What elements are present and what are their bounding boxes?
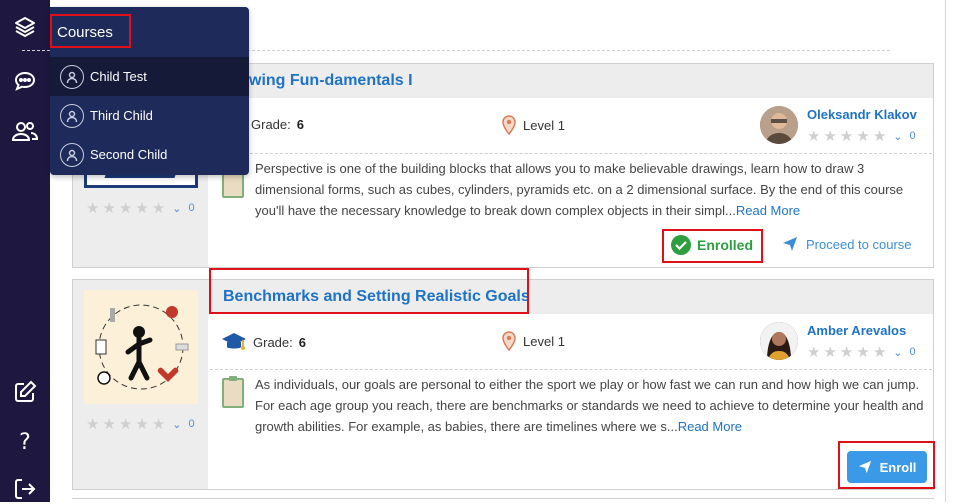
location-pin-icon: [502, 331, 516, 351]
chevron-down-icon[interactable]: ⌄: [893, 346, 902, 359]
course-thumbnail[interactable]: [84, 290, 198, 404]
popup-item-third-child[interactable]: Third Child: [50, 96, 249, 135]
user-icon: [60, 142, 84, 167]
chevron-down-icon[interactable]: ⌄: [893, 130, 902, 143]
highlight-box: [50, 14, 131, 48]
user-icon: [60, 64, 84, 89]
highlight-box: [662, 229, 763, 263]
avatar[interactable]: [760, 322, 798, 360]
chevron-down-icon[interactable]: ⌄: [172, 418, 181, 431]
graduation-cap-icon: [222, 333, 246, 350]
divider: [210, 369, 932, 370]
course-title[interactable]: wing Fun-damentals I: [249, 72, 413, 90]
course-description: As individuals, our goals are personal t…: [255, 377, 924, 434]
chevron-down-icon[interactable]: ⌄: [172, 202, 181, 215]
thumbnail-column: ★ ★ ★ ★ ★ ⌄ 0: [73, 280, 208, 489]
avatar[interactable]: [760, 106, 798, 144]
highlight-box: [838, 441, 935, 489]
course-description: Perspective is one of the building block…: [255, 161, 904, 218]
edit-icon[interactable]: [10, 377, 40, 407]
scroll-border: [945, 0, 946, 502]
location-pin-icon: [502, 115, 516, 135]
course-rating[interactable]: ★ ★ ★ ★ ★ ⌄ 0: [807, 127, 916, 145]
read-more-link[interactable]: Read More: [736, 203, 800, 218]
layers-icon[interactable]: [10, 12, 40, 42]
send-icon: [783, 237, 797, 251]
read-more-link[interactable]: Read More: [678, 419, 742, 434]
grade: Grade: 6: [251, 117, 304, 132]
proceed-to-course-link[interactable]: Proceed to course: [782, 236, 912, 252]
next-card-edge: [72, 498, 934, 499]
sidebar: ?: [0, 0, 50, 502]
clipboard-icon: [222, 376, 244, 408]
popup-item-second-child[interactable]: Second Child: [50, 135, 249, 174]
chat-icon[interactable]: [10, 66, 40, 96]
divider: [210, 153, 932, 154]
user-icon: [60, 103, 84, 128]
users-icon[interactable]: [10, 116, 40, 146]
help-icon[interactable]: ?: [10, 427, 40, 457]
logout-icon[interactable]: [10, 474, 40, 504]
course-rating[interactable]: ★ ★ ★ ★ ★ ⌄ 0: [807, 343, 916, 361]
thumbnail-rating[interactable]: ★ ★ ★ ★ ★ ⌄ 0: [86, 199, 195, 217]
level: Level 1: [501, 331, 565, 351]
level: Level 1: [501, 115, 565, 135]
highlight-box: [209, 268, 529, 314]
grade: Grade: 6: [221, 331, 306, 353]
thumbnail-rating[interactable]: ★ ★ ★ ★ ★ ⌄ 0: [86, 415, 195, 433]
instructor-name[interactable]: Amber Arevalos: [807, 323, 906, 338]
instructor-name[interactable]: Oleksandr Klakov: [807, 107, 917, 122]
popup-item-child-test[interactable]: Child Test: [50, 57, 249, 96]
